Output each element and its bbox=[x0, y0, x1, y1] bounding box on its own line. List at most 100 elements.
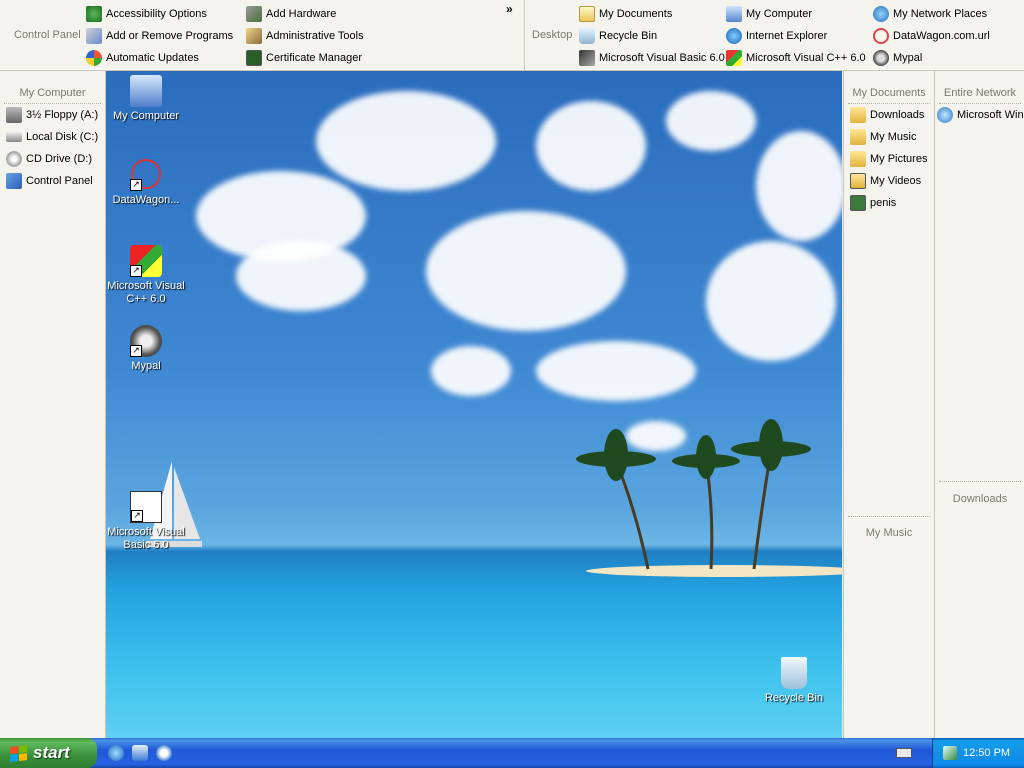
item-label: Microsoft Visual C++ 6.0 bbox=[746, 52, 866, 64]
my-videos-item[interactable]: My Videos bbox=[844, 170, 934, 192]
desktop-icon-datawagon[interactable]: ↗ DataWagon... bbox=[106, 159, 186, 207]
shortcut-arrow-icon: ↗ bbox=[130, 265, 142, 277]
item-label: Local Disk (C:) bbox=[26, 131, 99, 143]
floppy-drive-item[interactable]: 3½ Floppy (A:) bbox=[0, 104, 105, 126]
image-file-icon bbox=[850, 195, 866, 211]
panel-title: Entire Network bbox=[943, 87, 1017, 99]
keyboard-icon[interactable] bbox=[896, 748, 912, 758]
add-hardware-item[interactable]: Add Hardware bbox=[246, 4, 336, 24]
visual-cpp-icon bbox=[726, 50, 742, 66]
visual-basic-item[interactable]: Microsoft Visual Basic 6.0 bbox=[579, 48, 725, 68]
cloud bbox=[431, 346, 511, 396]
outlook-express-icon[interactable] bbox=[132, 745, 148, 761]
control-panel-section-label: Control Panel bbox=[14, 29, 81, 41]
desktop-icon-label: My Computer bbox=[112, 110, 180, 122]
panel-title: My Documents bbox=[852, 87, 926, 99]
accessibility-options-item[interactable]: Accessibility Options bbox=[86, 4, 207, 24]
shortcut-arrow-icon: ↗ bbox=[130, 345, 142, 357]
more-chevron-button[interactable]: » bbox=[506, 2, 513, 16]
cd-drive-icon bbox=[6, 151, 22, 167]
cloud bbox=[666, 91, 756, 151]
palm-island bbox=[576, 419, 842, 577]
item-label: Microsoft Win bbox=[957, 109, 1024, 121]
add-hardware-icon bbox=[246, 6, 262, 22]
shortcut-arrow-icon: ↗ bbox=[131, 510, 143, 522]
desktop-icon-label: Microsoft Visual Basic 6.0 bbox=[107, 526, 185, 551]
internet-explorer-item[interactable]: Internet Explorer bbox=[726, 26, 827, 46]
desktop-icon-visual-basic[interactable]: ↗ Microsoft Visual Basic 6.0 bbox=[106, 491, 186, 552]
cloud bbox=[706, 241, 836, 361]
clock[interactable]: 12:50 PM bbox=[963, 747, 1010, 759]
internet-explorer-icon bbox=[726, 28, 742, 44]
visual-basic-icon: ↗ bbox=[130, 491, 162, 523]
item-label: Recycle Bin bbox=[599, 30, 658, 42]
mypal-icon: ↗ bbox=[130, 325, 162, 357]
section-divider bbox=[524, 0, 526, 70]
item-label: Automatic Updates bbox=[106, 52, 199, 64]
visual-cpp-item[interactable]: Microsoft Visual C++ 6.0 bbox=[726, 48, 866, 68]
cloud bbox=[536, 341, 696, 401]
entire-network-panel: Entire Network Microsoft Win Downloads bbox=[934, 71, 1024, 738]
image-file-item[interactable]: penis bbox=[844, 192, 934, 214]
certificate-manager-item[interactable]: Certificate Manager bbox=[246, 48, 362, 68]
system-tray: 12:50 PM bbox=[932, 738, 1024, 768]
internet-explorer-icon[interactable] bbox=[108, 745, 124, 761]
control-panel-item[interactable]: Control Panel bbox=[0, 170, 105, 192]
media-player-icon[interactable] bbox=[156, 745, 172, 761]
mypal-icon bbox=[873, 50, 889, 66]
item-label: Administrative Tools bbox=[266, 30, 364, 42]
my-computer-item[interactable]: My Computer bbox=[726, 4, 812, 24]
desktop-icon-label: Mypal bbox=[131, 360, 161, 372]
my-documents-icon bbox=[579, 6, 595, 22]
add-remove-programs-item[interactable]: Add or Remove Programs bbox=[86, 26, 233, 46]
my-network-places-item[interactable]: My Network Places bbox=[873, 4, 987, 24]
administrative-tools-item[interactable]: Administrative Tools bbox=[246, 26, 364, 46]
datawagon-url-item[interactable]: DataWagon.com.url bbox=[873, 26, 990, 46]
item-label: Accessibility Options bbox=[106, 8, 207, 20]
my-pictures-item[interactable]: My Pictures bbox=[844, 148, 934, 170]
desktop-icon-visual-cpp[interactable]: ↗ Microsoft Visual C++ 6.0 bbox=[106, 245, 186, 306]
downloads-folder-item[interactable]: Downloads bbox=[844, 104, 934, 126]
desktop-icon-label: Recycle Bin bbox=[764, 692, 824, 704]
accessibility-icon bbox=[86, 6, 102, 22]
my-documents-item[interactable]: My Documents bbox=[579, 4, 672, 24]
local-disk-item[interactable]: Local Disk (C:) bbox=[0, 126, 105, 148]
item-label: My Pictures bbox=[870, 153, 928, 165]
my-music-item[interactable]: My Music bbox=[844, 126, 934, 148]
mypal-item[interactable]: Mypal bbox=[873, 48, 922, 68]
desktop-icon-mypal[interactable]: ↗ Mypal bbox=[106, 325, 186, 373]
item-label: Mypal bbox=[893, 52, 923, 64]
datawagon-icon bbox=[873, 28, 889, 44]
my-computer-icon bbox=[726, 6, 742, 22]
item-label: My Music bbox=[870, 131, 917, 143]
automatic-updates-item[interactable]: Automatic Updates bbox=[86, 48, 199, 68]
folder-icon bbox=[850, 107, 866, 123]
top-deskbar: Control Panel Accessibility Options Add … bbox=[0, 0, 1024, 71]
recycle-bin-icon bbox=[781, 657, 807, 689]
microsoft-windows-network-item[interactable]: Microsoft Win bbox=[935, 104, 1024, 126]
cloud bbox=[236, 241, 366, 311]
automatic-updates-icon bbox=[86, 50, 102, 66]
datawagon-icon: ↗ bbox=[130, 159, 162, 191]
cloud bbox=[536, 101, 646, 191]
start-button[interactable]: start bbox=[0, 738, 97, 768]
recycle-bin-item[interactable]: Recycle Bin bbox=[579, 26, 657, 46]
item-label: Microsoft Visual Basic 6.0 bbox=[599, 52, 725, 64]
start-label: start bbox=[33, 743, 70, 762]
control-panel-icon bbox=[6, 173, 22, 189]
videos-folder-icon bbox=[850, 173, 866, 189]
windows-logo-icon bbox=[10, 744, 27, 762]
shortcut-arrow-icon: ↗ bbox=[130, 179, 142, 191]
desktop-icon-my-computer[interactable]: My Computer bbox=[106, 75, 186, 123]
downloads-subpanel-title: Downloads bbox=[952, 493, 1008, 505]
desktop-icon-recycle-bin[interactable]: Recycle Bin bbox=[754, 657, 834, 705]
desktop-wallpaper: My Computer ↗ DataWagon... ↗ Microsoft V… bbox=[106, 71, 842, 738]
recycle-bin-icon bbox=[579, 28, 595, 44]
cloud bbox=[756, 131, 842, 241]
desktop-section-label: Desktop bbox=[532, 29, 573, 41]
my-documents-panel: My Documents Downloads My Music My Pictu… bbox=[843, 71, 935, 738]
hard-disk-icon bbox=[6, 132, 22, 142]
item-label: My Documents bbox=[599, 8, 673, 20]
cd-drive-item[interactable]: CD Drive (D:) bbox=[0, 148, 105, 170]
network-icon[interactable] bbox=[943, 746, 957, 760]
